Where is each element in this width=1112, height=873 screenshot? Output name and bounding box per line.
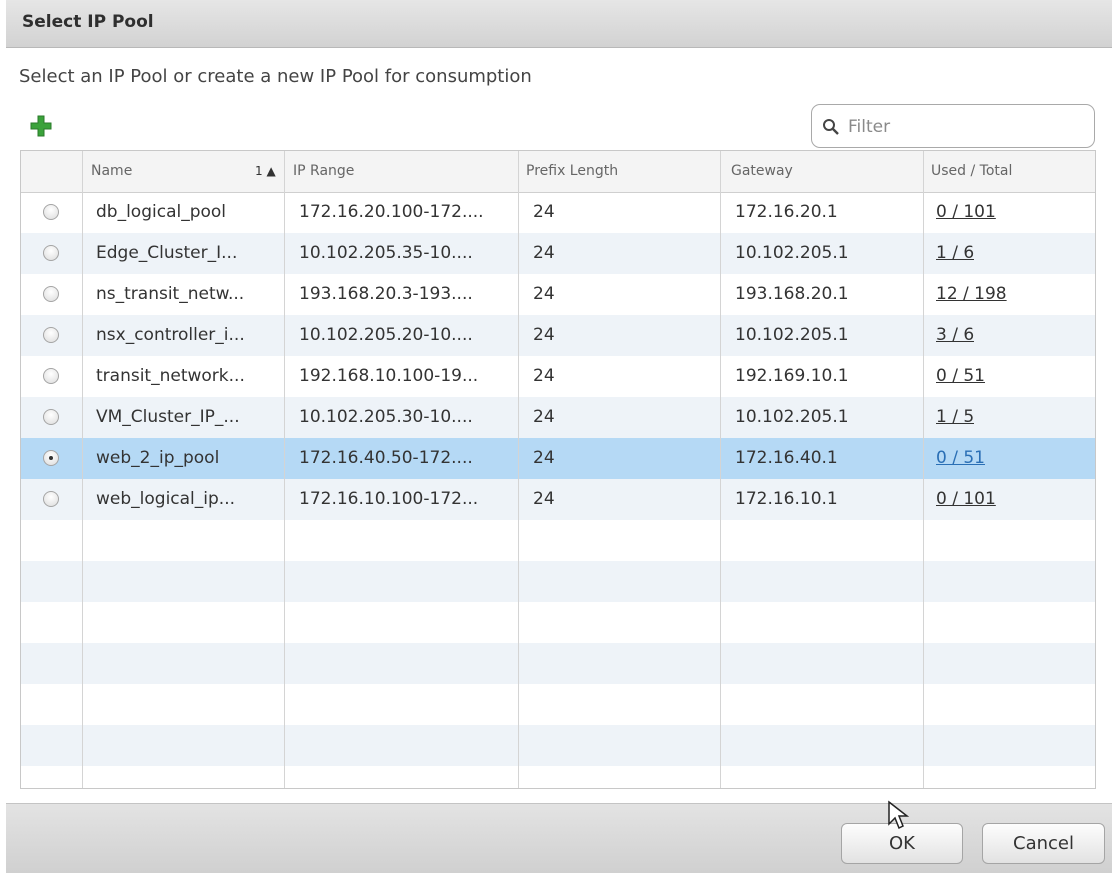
- row-radio-button[interactable]: [43, 368, 59, 384]
- cell-gateway: 192.169.10.1: [735, 366, 849, 386]
- ip-pool-table: Name 1 ▲ IP Range Prefix Length Gateway …: [20, 150, 1096, 789]
- column-divider: [284, 151, 285, 788]
- cell-ip-range: 10.102.205.30-10....: [299, 407, 473, 427]
- row-radio-button[interactable]: [43, 204, 59, 220]
- cancel-button[interactable]: Cancel: [982, 823, 1105, 864]
- cell-name: db_logical_pool: [96, 202, 227, 222]
- table-row[interactable]: web_2_ip_pool 172.16.40.50-172.... 24 172.1…: [21, 438, 1095, 479]
- cell-used-total-link[interactable]: 12 / 198: [936, 274, 1007, 315]
- table-row[interactable]: nsx_controller_i... 10.102.205.20-10.... 2…: [21, 315, 1095, 356]
- table-row[interactable]: transit_network... 192.168.10.100-19... 24…: [21, 356, 1095, 397]
- cell-used-total-link[interactable]: 1 / 6: [936, 233, 974, 274]
- instruction-text: Select an IP Pool or create a new IP Poo…: [19, 66, 532, 87]
- cell-gateway: 10.102.205.1: [735, 243, 849, 263]
- cell-prefix-length: 24: [533, 448, 555, 468]
- row-radio-button[interactable]: [43, 450, 59, 466]
- cell-prefix-length: 24: [533, 325, 555, 345]
- cell-gateway: 10.102.205.1: [735, 325, 849, 345]
- row-radio-button[interactable]: [43, 245, 59, 261]
- row-radio-button[interactable]: [43, 286, 59, 302]
- cell-prefix-length: 24: [533, 366, 555, 386]
- table-row-empty: [21, 725, 1095, 766]
- cell-name: transit_network...: [96, 366, 245, 386]
- column-divider: [720, 151, 721, 788]
- cell-prefix-length: 24: [533, 202, 555, 222]
- cell-used-total-link[interactable]: 1 / 5: [936, 397, 974, 438]
- cell-used-total-link[interactable]: 0 / 51: [936, 438, 985, 479]
- cell-prefix-length: 24: [533, 243, 555, 263]
- cell-name: ns_transit_netw...: [96, 284, 245, 304]
- column-divider: [923, 151, 924, 788]
- cell-ip-range: 172.16.10.100-172...: [299, 489, 479, 509]
- cell-gateway: 172.16.40.1: [735, 448, 838, 468]
- row-radio-button[interactable]: [43, 491, 59, 507]
- cell-prefix-length: 24: [533, 489, 555, 509]
- cell-used-total-link[interactable]: 0 / 101: [936, 192, 996, 233]
- cell-ip-range: 172.16.40.50-172....: [299, 448, 473, 468]
- cell-ip-range: 10.102.205.20-10....: [299, 325, 473, 345]
- table-row[interactable]: ns_transit_netw... 193.168.20.3-193.... 24…: [21, 274, 1095, 315]
- cell-prefix-length: 24: [533, 284, 555, 304]
- table-row-empty: [21, 766, 1095, 788]
- mouse-cursor-icon: [888, 800, 910, 830]
- search-icon: [823, 119, 839, 135]
- cell-gateway: 193.168.20.1: [735, 284, 849, 304]
- dialog-title-bar: Select IP Pool: [6, 0, 1112, 48]
- add-ip-pool-icon[interactable]: [30, 115, 52, 137]
- row-radio-button[interactable]: [43, 409, 59, 425]
- table-row[interactable]: VM_Cluster_IP_... 10.102.205.30-10.... 24 1…: [21, 397, 1095, 438]
- cell-ip-range: 10.102.205.35-10....: [299, 243, 473, 263]
- cell-gateway: 172.16.10.1: [735, 489, 838, 509]
- table-row-empty: [21, 684, 1095, 725]
- cell-prefix-length: 24: [533, 407, 555, 427]
- column-divider: [82, 151, 83, 788]
- table-row[interactable]: db_logical_pool 172.16.20.100-172.... 24 17…: [21, 192, 1095, 233]
- column-header-name[interactable]: Name: [91, 151, 132, 192]
- cell-name: VM_Cluster_IP_...: [96, 407, 240, 427]
- dialog-title: Select IP Pool: [22, 12, 154, 32]
- cell-used-total-link[interactable]: 0 / 101: [936, 479, 996, 520]
- cell-name: web_2_ip_pool: [96, 448, 220, 468]
- column-header-used-total[interactable]: Used / Total: [931, 151, 1012, 192]
- cell-gateway: 172.16.20.1: [735, 202, 838, 222]
- column-header-ip-range[interactable]: IP Range: [293, 151, 354, 192]
- table-header: Name 1 ▲ IP Range Prefix Length Gateway …: [21, 151, 1095, 193]
- column-header-gateway[interactable]: Gateway: [731, 151, 793, 192]
- row-radio-button[interactable]: [43, 327, 59, 343]
- table-row-empty: [21, 520, 1095, 561]
- table-row-empty: [21, 602, 1095, 643]
- sort-ascending-icon[interactable]: 1 ▲: [255, 151, 276, 192]
- table-row[interactable]: web_logical_ip... 172.16.10.100-172... 24 1…: [21, 479, 1095, 520]
- cell-name: Edge_Cluster_I...: [96, 243, 238, 263]
- column-divider: [518, 151, 519, 788]
- cell-used-total-link[interactable]: 0 / 51: [936, 356, 985, 397]
- filter-box[interactable]: [811, 104, 1095, 148]
- column-header-prefix-length[interactable]: Prefix Length: [526, 151, 618, 192]
- table-row[interactable]: Edge_Cluster_I... 10.102.205.35-10.... 24 1…: [21, 233, 1095, 274]
- cell-ip-range: 172.16.20.100-172....: [299, 202, 484, 222]
- table-row-empty: [21, 643, 1095, 684]
- cell-name: nsx_controller_i...: [96, 325, 245, 345]
- cell-ip-range: 192.168.10.100-19...: [299, 366, 479, 386]
- cell-gateway: 10.102.205.1: [735, 407, 849, 427]
- cell-ip-range: 193.168.20.3-193....: [299, 284, 473, 304]
- cell-used-total-link[interactable]: 3 / 6: [936, 315, 974, 356]
- table-row-empty: [21, 561, 1095, 602]
- filter-input[interactable]: [846, 113, 1090, 141]
- cell-name: web_logical_ip...: [96, 489, 236, 509]
